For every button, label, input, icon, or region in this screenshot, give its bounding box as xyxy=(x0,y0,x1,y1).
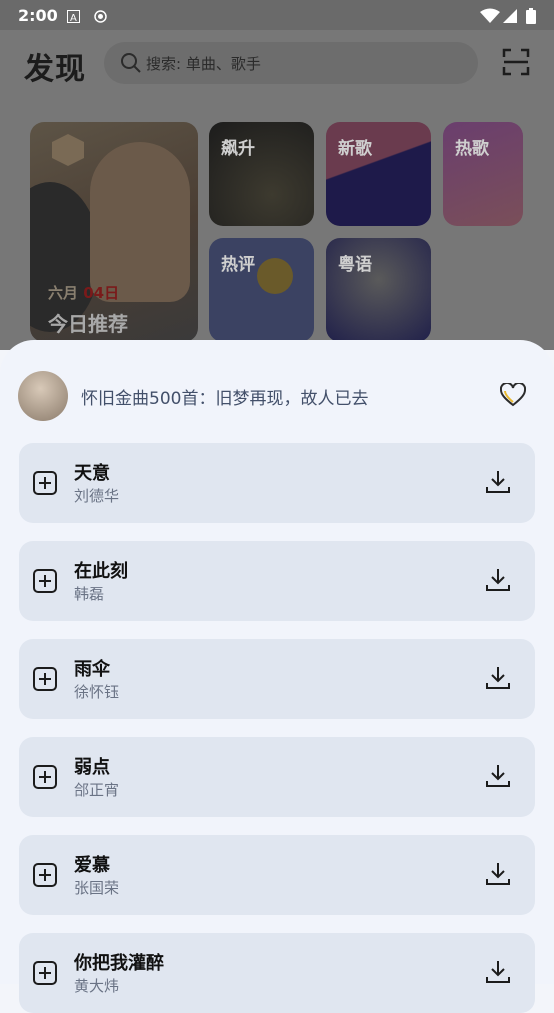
hot-songs-card[interactable]: 热歌 xyxy=(443,122,523,226)
cantonese-card[interactable]: 粤语 xyxy=(326,238,431,342)
daily-date: 六月 04日 xyxy=(48,282,119,303)
song-title: 爱慕 xyxy=(74,855,110,876)
add-to-playlist-icon[interactable] xyxy=(33,961,57,985)
diamond-badge-icon xyxy=(52,134,84,166)
add-to-playlist-icon[interactable] xyxy=(33,667,57,691)
soaring-label: 飙升 xyxy=(221,139,255,159)
add-to-playlist-icon[interactable] xyxy=(33,863,57,887)
wifi-icon xyxy=(480,8,500,23)
daily-day: 04日 xyxy=(83,284,120,302)
search-placeholder: 搜索: 单曲、歌手 xyxy=(146,55,261,73)
song-title: 弱点 xyxy=(74,757,110,778)
svg-text:A: A xyxy=(70,13,77,23)
song-row[interactable]: 天意 刘德华 xyxy=(19,443,535,523)
song-title: 雨伞 xyxy=(74,659,110,680)
playlist-sheet: 怀旧金曲500首：旧梦再现，故人已去 天意 刘德华 在此刻 韩磊 雨伞 徐怀钰 … xyxy=(0,340,554,1013)
song-row[interactable]: 在此刻 韩磊 xyxy=(19,541,535,621)
daily-month: 六月 xyxy=(48,284,79,302)
song-title: 你把我灌醉 xyxy=(74,953,164,974)
cantonese-label: 粤语 xyxy=(338,255,372,275)
search-icon xyxy=(121,53,141,73)
song-row[interactable]: 爱慕 张国荣 xyxy=(19,835,535,915)
download-icon[interactable] xyxy=(485,861,511,887)
song-artist: 韩磊 xyxy=(74,585,105,603)
song-artist: 郃正宵 xyxy=(74,781,120,799)
song-artist: 黄大炜 xyxy=(74,977,120,995)
download-icon[interactable] xyxy=(485,469,511,495)
soaring-chart-card[interactable]: 飙升 xyxy=(209,122,314,226)
song-artist: 徐怀钰 xyxy=(74,683,120,701)
playlist-cover xyxy=(18,371,68,421)
search-bar[interactable]: 搜索: 单曲、歌手 xyxy=(104,42,478,84)
status-time: 2:00 xyxy=(18,6,58,25)
notification-a-icon: A xyxy=(67,8,81,24)
add-to-playlist-icon[interactable] xyxy=(33,569,57,593)
download-icon[interactable] xyxy=(485,665,511,691)
heart-icon[interactable] xyxy=(499,381,527,411)
song-row[interactable]: 雨伞 徐怀钰 xyxy=(19,639,535,719)
song-title: 在此刻 xyxy=(74,561,128,582)
hot-songs-label: 热歌 xyxy=(455,139,489,159)
add-to-playlist-icon[interactable] xyxy=(33,471,57,495)
download-icon[interactable] xyxy=(485,763,511,789)
hot-comments-label: 热评 xyxy=(221,255,255,275)
song-title: 天意 xyxy=(74,463,110,484)
song-artist: 张国荣 xyxy=(74,879,120,897)
decor-circle xyxy=(257,258,293,294)
song-artist: 刘德华 xyxy=(74,487,120,505)
app-logo: 发现 xyxy=(24,52,86,87)
signal-icon xyxy=(503,8,517,23)
new-songs-card[interactable]: 新歌 xyxy=(326,122,431,226)
daily-label: 今日推荐 xyxy=(48,312,128,336)
new-songs-label: 新歌 xyxy=(338,139,372,159)
scan-icon[interactable] xyxy=(502,48,530,80)
hot-comments-card[interactable]: 热评 xyxy=(209,238,314,342)
battery-icon xyxy=(526,8,536,24)
download-icon[interactable] xyxy=(485,959,511,985)
daily-recommend-card[interactable]: 六月 04日 今日推荐 xyxy=(30,122,198,342)
download-icon[interactable] xyxy=(485,567,511,593)
song-row[interactable]: 你把我灌醉 黄大炜 xyxy=(19,933,535,1013)
record-icon xyxy=(94,8,108,23)
add-to-playlist-icon[interactable] xyxy=(33,765,57,789)
song-row[interactable]: 弱点 郃正宵 xyxy=(19,737,535,817)
status-bar: 2:00 A xyxy=(0,0,554,30)
artist-photo xyxy=(90,142,190,302)
playlist-title: 怀旧金曲500首：旧梦再现，故人已去 xyxy=(81,389,369,409)
